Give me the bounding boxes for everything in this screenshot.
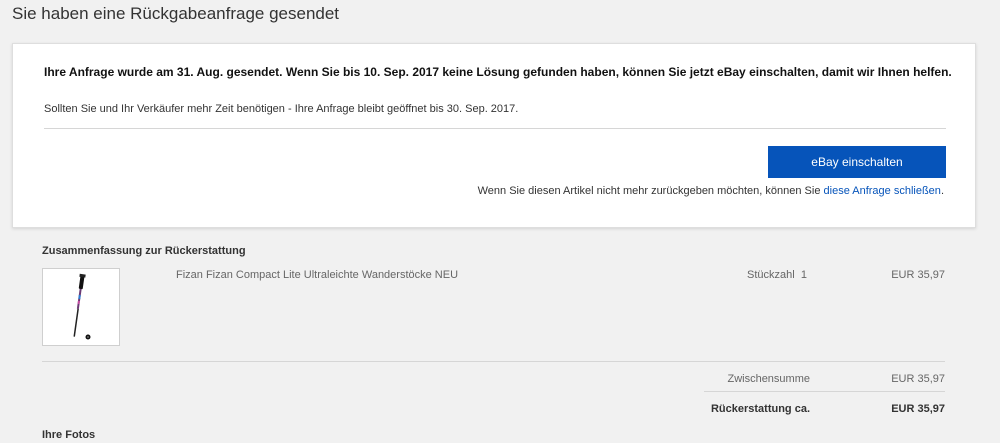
subtotal-label: Zwischensumme xyxy=(727,373,810,385)
subtotal-value: EUR 35,97 xyxy=(891,373,945,385)
item-thumbnail[interactable] xyxy=(42,268,120,346)
refund-label: Rückerstattung ca. xyxy=(710,403,810,415)
item-quantity: Stückzahl 1 xyxy=(747,269,807,281)
return-request-notice-card: Ihre Anfrage wurde am 31. Aug. gesendet.… xyxy=(12,43,976,228)
close-request-suffix: . xyxy=(940,185,944,197)
notice-headline: Ihre Anfrage wurde am 31. Aug. gesendet.… xyxy=(44,65,952,79)
ebay-escalate-button[interactable]: eBay einschalten xyxy=(768,146,946,178)
close-request-prefix: Wenn Sie diesen Artikel nicht mehr zurüc… xyxy=(477,185,824,197)
item-price: EUR 35,97 xyxy=(891,269,945,281)
summary-divider xyxy=(42,361,945,362)
photos-title: Ihre Fotos xyxy=(42,429,96,441)
trekking-pole-icon xyxy=(73,273,91,340)
close-request-text: Wenn Sie diesen Artikel nicht mehr zurüc… xyxy=(424,185,944,197)
quantity-value: 1 xyxy=(800,269,807,281)
refund-value: EUR 35,97 xyxy=(891,403,945,415)
item-title[interactable]: Fizan Fizan Compact Lite Ultraleichte Wa… xyxy=(176,269,458,281)
close-request-link[interactable]: diese Anfrage schließen xyxy=(824,185,941,197)
total-divider xyxy=(704,391,945,392)
page-title: Sie haben eine Rückgabeanfrage gesendet xyxy=(12,4,340,23)
refund-summary-title: Zusammenfassung zur Rückerstattung xyxy=(42,245,246,257)
quantity-label: Stückzahl xyxy=(747,269,795,281)
card-divider xyxy=(44,128,946,129)
notice-subtext: Sollten Sie und Ihr Verkäufer mehr Zeit … xyxy=(44,103,519,115)
